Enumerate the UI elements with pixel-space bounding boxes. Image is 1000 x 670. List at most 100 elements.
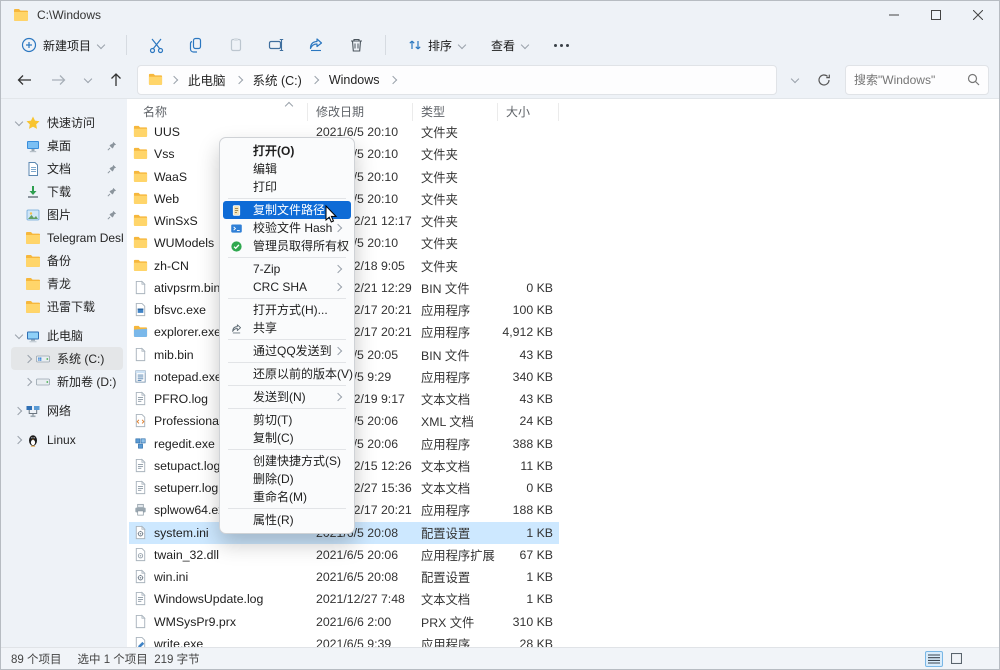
menu-item--[interactable]: 共享: [223, 319, 351, 337]
menu-item-crc-sha[interactable]: CRC SHA: [223, 278, 351, 296]
sidebar-item-label: 下载: [47, 185, 72, 199]
sidebar-item--[interactable]: 下载: [11, 180, 123, 203]
menu-item--h-[interactable]: 打开方式(H)...: [223, 301, 351, 319]
menu-item-label: 复制文件路径: [253, 203, 326, 217]
sidebar-item--[interactable]: 网络: [11, 399, 123, 422]
copy-button[interactable]: [181, 32, 211, 58]
new-item-button[interactable]: 新建项目: [13, 33, 112, 58]
sidebar-item--[interactable]: 图片: [11, 203, 123, 226]
ini-icon: [133, 525, 148, 540]
menu-item-label: 删除(D): [253, 472, 294, 486]
column-header-date[interactable]: 修改日期: [308, 103, 413, 121]
file-row-write.exe[interactable]: write.exe 2021/6/5 9:39 应用程序 28 KB: [129, 633, 559, 647]
close-button[interactable]: [957, 1, 999, 29]
menu-item-label: 打开(O): [253, 144, 295, 158]
menu-item--r-[interactable]: 属性(R): [223, 511, 351, 529]
sidebar-item--[interactable]: 青龙: [11, 272, 123, 295]
more-options-button[interactable]: [546, 43, 577, 47]
share-icon: [230, 322, 243, 335]
menu-item--o-[interactable]: 打开(O): [223, 142, 351, 160]
menu-item--qq-[interactable]: 通过QQ发送到: [223, 342, 351, 360]
sidebar-item--[interactable]: 迅雷下载: [11, 295, 123, 318]
up-button[interactable]: [103, 67, 129, 93]
file-size: 1 KB: [526, 592, 553, 607]
details-view-button[interactable]: [925, 650, 943, 667]
folder-icon: [148, 72, 163, 87]
menu-item--v-[interactable]: 还原以前的版本(V): [223, 365, 353, 383]
file-name: win.ini: [154, 570, 189, 585]
sidebar-item--[interactable]: 文档: [11, 157, 123, 180]
chevron-right-icon[interactable]: [11, 407, 25, 414]
sidebar-item--[interactable]: 备份: [11, 249, 123, 272]
chevron-down-icon: [458, 42, 465, 49]
chevron-right-icon[interactable]: [11, 436, 25, 443]
menu-item--s-[interactable]: 创建快捷方式(S): [223, 452, 351, 470]
file-row-win.ini[interactable]: win.ini 2021/6/5 20:08 配置设置 1 KB: [129, 566, 559, 588]
chevron-down-icon[interactable]: [11, 332, 25, 339]
sidebar-item--d-[interactable]: 新加卷 (D:): [11, 370, 123, 393]
sidebar-item-linux[interactable]: Linux: [11, 428, 123, 451]
menu-item-label: 7-Zip: [253, 262, 281, 276]
cut-button[interactable]: [141, 32, 171, 58]
large-icons-view-button[interactable]: [947, 651, 965, 667]
recent-locations-button[interactable]: [79, 67, 95, 93]
breadcrumb-drive-c[interactable]: 系统 (C:): [251, 68, 304, 91]
file-type: 文件夹: [421, 148, 458, 163]
file-row-twain_32.dll[interactable]: twain_32.dll 2021/6/5 20:06 应用程序扩展 67 KB: [129, 544, 559, 566]
sort-label: 排序: [428, 38, 453, 53]
minimize-button[interactable]: [873, 1, 915, 29]
sidebar-item-label: 图片: [47, 208, 72, 222]
sidebar-item-telegram-desktop[interactable]: Telegram Desktop: [11, 226, 123, 249]
chevron-right-icon[interactable]: [21, 355, 35, 362]
drive-d-icon: [35, 374, 51, 390]
breadcrumb[interactable]: 此电脑 系统 (C:) Windows: [137, 64, 777, 95]
back-button[interactable]: [11, 67, 37, 93]
menu-item--c-[interactable]: 复制(C): [223, 429, 351, 447]
address-dropdown-button[interactable]: [785, 67, 803, 93]
context-menu: 打开(O) 编辑 打印 复制文件路径 校验文件 Hash 管理员取得所有权 7-Zip CRC…: [219, 137, 355, 534]
search-input[interactable]: [854, 72, 967, 87]
column-header-size[interactable]: 大小: [498, 103, 559, 121]
file-size: 0 KB: [526, 481, 553, 496]
star-icon: [25, 115, 41, 131]
sidebar-item-label: 青龙: [47, 277, 72, 291]
file-type: 文件夹: [421, 215, 458, 230]
sidebar-item--c-[interactable]: 系统 (C:): [11, 347, 123, 370]
sidebar-item--[interactable]: 桌面: [11, 134, 123, 157]
menu-item--d-[interactable]: 删除(D): [223, 470, 351, 488]
delete-button[interactable]: [341, 32, 371, 58]
file-name: twain_32.dll: [154, 547, 219, 562]
maximize-button[interactable]: [915, 1, 957, 29]
sidebar-item-label: Telegram Desktop: [47, 230, 123, 245]
menu-item-7-zip[interactable]: 7-Zip: [223, 260, 351, 278]
menu-item--n-[interactable]: 发送到(N): [223, 388, 351, 406]
file-row-wmsyspr9.prx[interactable]: WMSysPr9.prx 2021/6/6 2:00 PRX 文件 310 KB: [129, 611, 559, 633]
sidebar-item--[interactable]: 快速访问: [11, 111, 123, 134]
menu-item--m-[interactable]: 重命名(M): [223, 488, 351, 506]
chevron-right-icon[interactable]: [21, 378, 35, 385]
view-button[interactable]: 查看: [483, 33, 536, 58]
menu-item--t-[interactable]: 剪切(T): [223, 411, 351, 429]
breadcrumb-this-pc[interactable]: 此电脑: [186, 68, 228, 91]
file-icon: [133, 347, 148, 362]
column-header-name[interactable]: 名称: [129, 103, 308, 121]
file-size: 310 KB: [512, 614, 553, 629]
menu-item--[interactable]: 打印: [223, 178, 351, 196]
sort-button[interactable]: 排序: [400, 33, 473, 58]
forward-button[interactable]: [45, 67, 71, 93]
menu-item--[interactable]: 管理员取得所有权: [223, 237, 351, 255]
breadcrumb-windows[interactable]: Windows: [327, 71, 382, 89]
sidebar-item-label: Linux: [47, 432, 76, 447]
menu-item--[interactable]: 编辑: [223, 160, 351, 178]
paste-button[interactable]: [221, 32, 251, 58]
sidebar-item--[interactable]: 此电脑: [11, 324, 123, 347]
text-icon: [133, 591, 148, 606]
chevron-down-icon[interactable]: [11, 119, 25, 126]
rename-button[interactable]: [261, 32, 291, 58]
column-header-type[interactable]: 类型: [413, 103, 498, 121]
file-row-windowsupdate.log[interactable]: WindowsUpdate.log 2021/12/27 7:48 文本文档 1 KB: [129, 588, 559, 610]
share-button[interactable]: [301, 32, 331, 58]
pin-icon: [107, 141, 117, 151]
file-icon: [133, 280, 148, 295]
refresh-button[interactable]: [811, 67, 837, 93]
